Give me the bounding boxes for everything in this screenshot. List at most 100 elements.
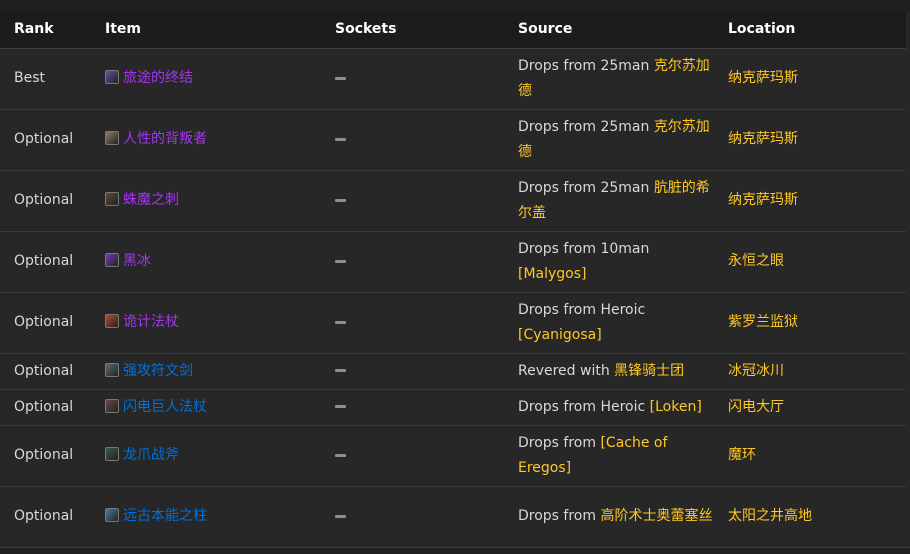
source-link[interactable]: [Loken] <box>650 399 702 415</box>
source-text: Drops from <box>518 434 601 451</box>
gear-table: Rank Item Sockets Source Location Best 旅途… <box>0 11 906 548</box>
item-link[interactable]: 远古本能之柱 <box>123 508 207 524</box>
location-cell: 纳克萨玛斯 <box>714 170 906 232</box>
item-link[interactable]: 蛛魔之刺 <box>123 192 179 208</box>
empty-socket-dash <box>335 76 346 80</box>
table-body: Best 旅途的终结 Drops from 25man 克尔苏加德 纳克萨玛斯 Opti… <box>0 48 906 548</box>
table-row: Optional 蛛魔之刺 Drops from 25man 肮脏的希尔盖 纳克萨玛斯 <box>0 170 906 232</box>
empty-socket-dash <box>335 514 346 518</box>
empty-socket-dash <box>335 405 346 408</box>
empty-socket-dash <box>335 453 346 457</box>
location-cell: 太阳之井高地 <box>714 486 906 548</box>
table-row: Optional 龙爪战斧 Drops from [Cache of Eregos]… <box>0 425 906 487</box>
skull-icon[interactable] <box>105 131 119 145</box>
source-link[interactable]: [Malygos] <box>518 266 587 282</box>
item-cell: 闪电巨人法杖 <box>91 389 321 426</box>
item-link[interactable]: 强攻符文剑 <box>123 363 193 379</box>
item-cell: 诡计法杖 <box>91 292 321 354</box>
location-cell: 永恒之眼 <box>714 231 906 293</box>
table-row: Optional 黑冰 Drops from 10man [Malygos] 永恒之眼 <box>0 231 906 293</box>
ice-icon[interactable] <box>105 253 119 267</box>
item-cell: 蛛魔之刺 <box>91 170 321 232</box>
header-item[interactable]: Item <box>91 11 321 49</box>
header-rank[interactable]: Rank <box>0 11 91 49</box>
sockets-cell <box>321 389 504 426</box>
item-link[interactable]: 旅途的终结 <box>123 70 193 86</box>
item-cell: 旅途的终结 <box>91 48 321 110</box>
table-row: Optional 强攻符文剑 Revered with 黑锋骑士团 冰冠冰川 <box>0 353 906 390</box>
rank-cell: Optional <box>0 231 91 293</box>
source-cell: Revered with 黑锋骑士团 <box>504 353 714 390</box>
source-text: Drops from Heroic <box>518 301 646 318</box>
rank-cell: Optional <box>0 292 91 354</box>
empty-socket-dash <box>335 369 346 372</box>
empty-socket-dash <box>335 259 346 263</box>
empty-socket-dash <box>335 320 346 324</box>
empty-socket-dash <box>335 198 346 202</box>
source-link[interactable]: 高阶术士奥蕾塞丝 <box>600 508 712 524</box>
lightning-staff-icon[interactable] <box>105 398 119 413</box>
source-link[interactable]: [Cyanigosa] <box>518 327 602 343</box>
dagger-icon[interactable] <box>105 192 119 206</box>
location-link[interactable]: 纳克萨玛斯 <box>728 192 798 208</box>
flame-staff-icon[interactable] <box>105 314 119 328</box>
item-link[interactable]: 诡计法杖 <box>123 314 179 330</box>
location-link[interactable]: 魔环 <box>728 447 756 463</box>
table-header-row: Rank Item Sockets Source Location <box>0 11 906 49</box>
item-cell: 人性的背叛者 <box>91 109 321 171</box>
source-text: Drops from 10man <box>518 240 650 257</box>
source-cell: Drops from 25man 克尔苏加德 <box>504 48 714 110</box>
source-text: Drops from 25man <box>518 179 654 196</box>
source-text: Drops from <box>518 508 601 524</box>
item-cell: 远古本能之柱 <box>91 486 321 548</box>
location-cell: 纳克萨玛斯 <box>714 109 906 171</box>
sockets-cell <box>321 486 504 548</box>
table-row: Optional 远古本能之柱 Drops from 高阶术士奥蕾塞丝 太阳之井高地 <box>0 486 906 548</box>
sockets-cell <box>321 170 504 232</box>
loot-table-panel: Rank Item Sockets Source Location Best 旅途… <box>0 11 910 548</box>
item-link[interactable]: 闪电巨人法杖 <box>123 399 207 415</box>
rank-cell: Optional <box>0 353 91 390</box>
staff-icon[interactable] <box>105 70 119 84</box>
rank-cell: Best <box>0 48 91 110</box>
sword-icon[interactable] <box>105 362 119 377</box>
header-source[interactable]: Source <box>504 11 714 49</box>
item-link[interactable]: 黑冰 <box>123 253 151 269</box>
empty-socket-dash <box>335 137 346 141</box>
location-cell: 紫罗兰监狱 <box>714 292 906 354</box>
location-link[interactable]: 太阳之井高地 <box>728 508 812 524</box>
source-cell: Drops from 高阶术士奥蕾塞丝 <box>504 486 714 548</box>
item-cell: 强攻符文剑 <box>91 353 321 390</box>
sockets-cell <box>321 109 504 171</box>
sockets-cell <box>321 48 504 110</box>
location-link[interactable]: 闪电大厅 <box>728 399 784 415</box>
source-cell: Drops from Heroic [Cyanigosa] <box>504 292 714 354</box>
source-text: Drops from 25man <box>518 118 654 135</box>
location-cell: 魔环 <box>714 425 906 487</box>
item-link[interactable]: 龙爪战斧 <box>123 447 179 463</box>
header-sockets[interactable]: Sockets <box>321 11 504 49</box>
location-cell: 闪电大厅 <box>714 389 906 426</box>
sockets-cell <box>321 292 504 354</box>
location-link[interactable]: 永恒之眼 <box>728 253 784 269</box>
rank-cell: Optional <box>0 170 91 232</box>
source-cell: Drops from 25man 肮脏的希尔盖 <box>504 170 714 232</box>
rank-cell: Optional <box>0 109 91 171</box>
source-text: Drops from 25man <box>518 57 654 74</box>
header-location[interactable]: Location <box>714 11 906 49</box>
location-link[interactable]: 纳克萨玛斯 <box>728 70 798 86</box>
source-cell: Drops from [Cache of Eregos] <box>504 425 714 487</box>
sockets-cell <box>321 353 504 390</box>
axe-icon[interactable] <box>105 447 119 461</box>
source-link[interactable]: 黑锋骑士团 <box>614 363 684 379</box>
item-cell: 黑冰 <box>91 231 321 293</box>
rank-cell: Optional <box>0 486 91 548</box>
location-link[interactable]: 纳克萨玛斯 <box>728 131 798 147</box>
location-link[interactable]: 紫罗兰监狱 <box>728 314 798 330</box>
item-link[interactable]: 人性的背叛者 <box>123 131 207 147</box>
source-cell: Drops from 10man [Malygos] <box>504 231 714 293</box>
item-cell: 龙爪战斧 <box>91 425 321 487</box>
pillar-icon[interactable] <box>105 508 119 522</box>
sockets-cell <box>321 231 504 293</box>
location-link[interactable]: 冰冠冰川 <box>728 363 784 379</box>
